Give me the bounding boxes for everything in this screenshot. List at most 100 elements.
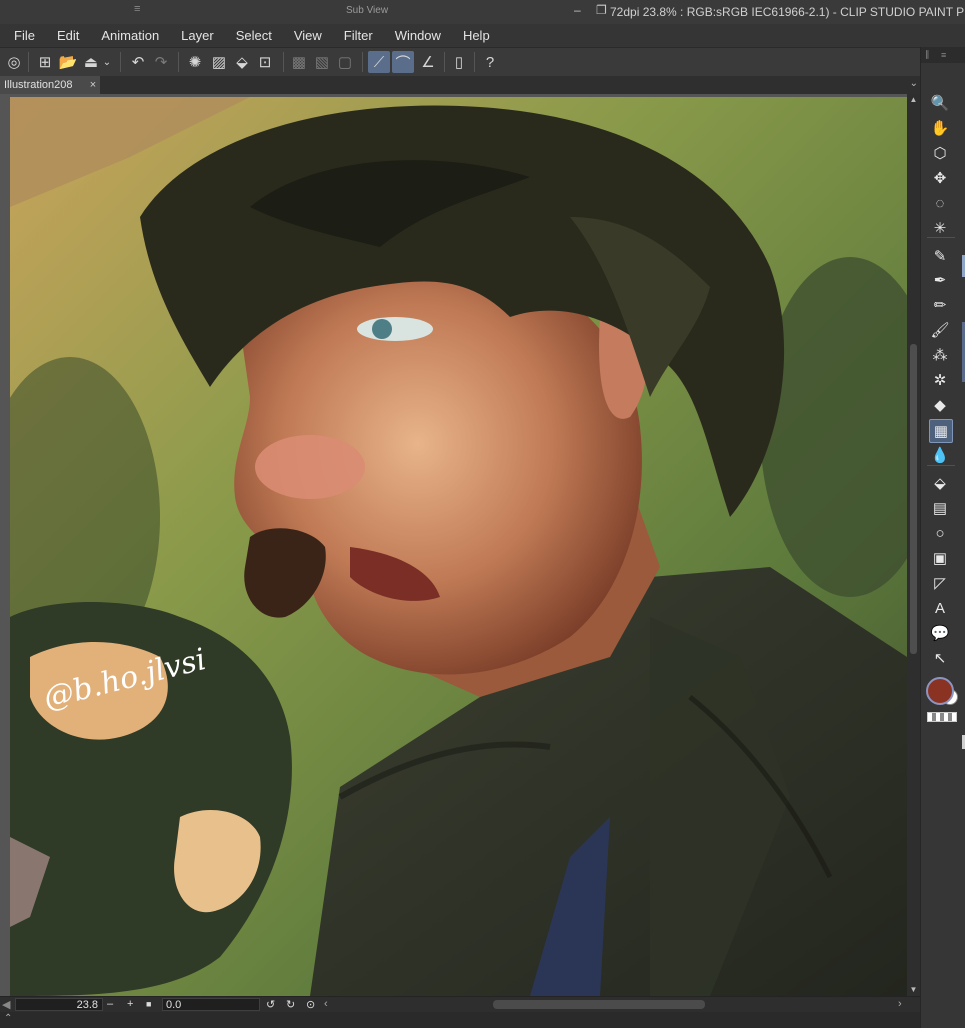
decoration-icon[interactable]: ✲: [929, 369, 951, 391]
ruler-icon[interactable]: ◸: [929, 572, 951, 594]
fill-bucket-icon[interactable]: ⬙: [929, 472, 951, 494]
scroll-thumb[interactable]: [910, 344, 917, 654]
snap-ruler-icon[interactable]: ⟋: [368, 51, 390, 73]
new-file-icon[interactable]: ⊞: [34, 51, 56, 73]
tab-illustration208[interactable]: Illustration208 ×: [0, 76, 100, 94]
rotate-right-icon[interactable]: ↻: [286, 998, 295, 1011]
text-icon[interactable]: A: [929, 597, 951, 619]
brush-icon[interactable]: 🖌: [929, 319, 951, 341]
undo-icon[interactable]: ↶: [127, 51, 149, 73]
zoom-field[interactable]: 23.8: [15, 998, 103, 1011]
menu-select[interactable]: Select: [222, 28, 280, 43]
loading-icon[interactable]: ✺: [184, 51, 206, 73]
toolbar-separator: [28, 52, 29, 72]
scroll-left-icon[interactable]: ◀: [2, 998, 10, 1011]
menu-file[interactable]: File: [0, 28, 43, 43]
footer-bar: ⌃: [0, 1012, 920, 1028]
menu-window[interactable]: Window: [381, 28, 449, 43]
palette-header[interactable]: ∥ ≡: [921, 47, 965, 63]
transform-icon[interactable]: ⊡: [254, 51, 276, 73]
document-tab-bar: Illustration208 × ⌄: [0, 76, 920, 94]
scroll-up-icon[interactable]: ▲: [907, 94, 920, 106]
status-bar: ◀ 23.8 – + ■ 0.0 ↺ ↻ ⊙ ‹ ›: [0, 996, 920, 1013]
color-well[interactable]: [924, 675, 958, 709]
chevron-up-icon[interactable]: ⌃: [4, 1013, 12, 1024]
lasso-icon[interactable]: ◌: [929, 192, 951, 214]
correct-line-icon[interactable]: ↖: [929, 647, 951, 669]
menu-bar: File Edit Animation Layer Select View Fi…: [0, 24, 965, 47]
scroll-down-icon[interactable]: ▼: [907, 984, 920, 996]
app-logo-icon[interactable]: ◎: [3, 51, 25, 73]
frame-border-icon[interactable]: ▣: [929, 547, 951, 569]
tool-palette: ∥ ≡ 🔍 ✋ ⬡ ✥ ◌ ✳ ✎ ✒ ✏ 🖌 ⁂ ✲ ◆ ▦ 💧 ⬙ ▤ ○ ▣ ◸ A 💬 ↖: [920, 47, 965, 1028]
rotate-left-icon[interactable]: ↺: [266, 998, 275, 1011]
artwork-illustration: [10, 97, 907, 996]
scroll-right-icon[interactable]: ›: [898, 998, 902, 1010]
invert-selection-icon[interactable]: ▧: [311, 51, 333, 73]
zoom-out-button[interactable]: –: [107, 998, 113, 1010]
eyedropper-icon[interactable]: ✎: [929, 245, 951, 267]
open-folder-icon[interactable]: 📂: [57, 51, 79, 73]
window-controls[interactable]: – ❐: [574, 3, 613, 17]
title-bar: ≡ Sub View – ❐ 72dpi 23.8% : RGB:sRGB IE…: [0, 0, 965, 25]
fit-view-icon[interactable]: ■: [146, 999, 151, 1009]
zoom-in-button[interactable]: +: [127, 998, 133, 1010]
move-icon[interactable]: ✥: [929, 167, 951, 189]
smartphone-icon[interactable]: ▯: [448, 51, 470, 73]
menu-filter[interactable]: Filter: [330, 28, 381, 43]
blend-icon[interactable]: ▦: [929, 419, 953, 443]
toolbar-separator: [474, 52, 475, 72]
subview-label: Sub View: [346, 5, 389, 16]
menu-view[interactable]: View: [280, 28, 330, 43]
tab-label: Illustration208: [4, 79, 73, 91]
zoom-icon[interactable]: 🔍: [929, 92, 951, 114]
rotation-field[interactable]: 0.0: [162, 998, 260, 1011]
transparent-color-swatch[interactable]: [927, 712, 957, 722]
menu-animation[interactable]: Animation: [87, 28, 167, 43]
toolbar-separator: [362, 52, 363, 72]
artwork-canvas[interactable]: @b.ho.jlvsi: [10, 97, 907, 996]
magic-wand-icon[interactable]: ✳: [929, 217, 951, 239]
panel-menu-icon[interactable]: ≡: [941, 50, 946, 60]
pen-icon[interactable]: ✒: [929, 269, 951, 291]
horizontal-scroll-thumb[interactable]: [493, 1000, 705, 1009]
chevron-down-icon[interactable]: ⌄: [910, 78, 918, 89]
airbrush-icon[interactable]: ⁂: [929, 344, 951, 366]
menu-layer[interactable]: Layer: [167, 28, 222, 43]
toolbar-separator: [120, 52, 121, 72]
water-drop-icon[interactable]: 💧: [929, 444, 951, 466]
drag-handle-icon[interactable]: ≡: [134, 3, 140, 15]
clear-layer-icon[interactable]: ▨: [208, 51, 230, 73]
main-color-swatch[interactable]: [926, 677, 954, 705]
3d-object-icon[interactable]: ⬡: [929, 142, 951, 164]
help-icon[interactable]: ?: [479, 51, 501, 73]
fill-icon[interactable]: ⬙: [231, 51, 253, 73]
vertical-scrollbar[interactable]: ▲ ▼: [907, 94, 920, 996]
close-icon[interactable]: ×: [86, 79, 100, 91]
menu-edit[interactable]: Edit: [43, 28, 87, 43]
selection-border-icon[interactable]: ▢: [334, 51, 356, 73]
balloon-icon[interactable]: 💬: [929, 622, 951, 644]
scroll-left-icon[interactable]: ‹: [324, 998, 328, 1010]
chevron-down-icon[interactable]: ⌄: [100, 51, 114, 73]
panel-grip-icon[interactable]: ∥: [925, 49, 930, 60]
save-icon[interactable]: ⏏: [80, 51, 102, 73]
figure-icon[interactable]: ○: [929, 522, 951, 544]
menu-help[interactable]: Help: [449, 28, 498, 43]
hand-icon[interactable]: ✋: [929, 117, 951, 139]
gradient-icon[interactable]: ▤: [929, 497, 951, 519]
eraser-icon[interactable]: ◆: [929, 394, 951, 416]
deselect-icon[interactable]: ▩: [288, 51, 310, 73]
redo-icon[interactable]: ↷: [150, 51, 172, 73]
snap-grid-icon[interactable]: ∠: [417, 51, 439, 73]
toolbar-separator: [178, 52, 179, 72]
toolbar-separator: [283, 52, 284, 72]
canvas-area[interactable]: @b.ho.jlvsi: [0, 94, 920, 996]
reset-rotation-icon[interactable]: ⊙: [306, 998, 315, 1011]
pencil-icon[interactable]: ✏: [929, 294, 951, 316]
toolbar-separator: [444, 52, 445, 72]
document-info: 72dpi 23.8% : RGB:sRGB IEC61966-2.1) - C…: [610, 5, 965, 19]
tool-separator: [927, 237, 955, 238]
command-bar: ◎ ⊞ 📂 ⏏ ⌄ ↶ ↷ ✺ ▨ ⬙ ⊡ ▩ ▧ ▢ ⟋ ⌒ ∠ ▯ ?: [0, 47, 920, 77]
snap-special-ruler-icon[interactable]: ⌒: [392, 51, 414, 73]
